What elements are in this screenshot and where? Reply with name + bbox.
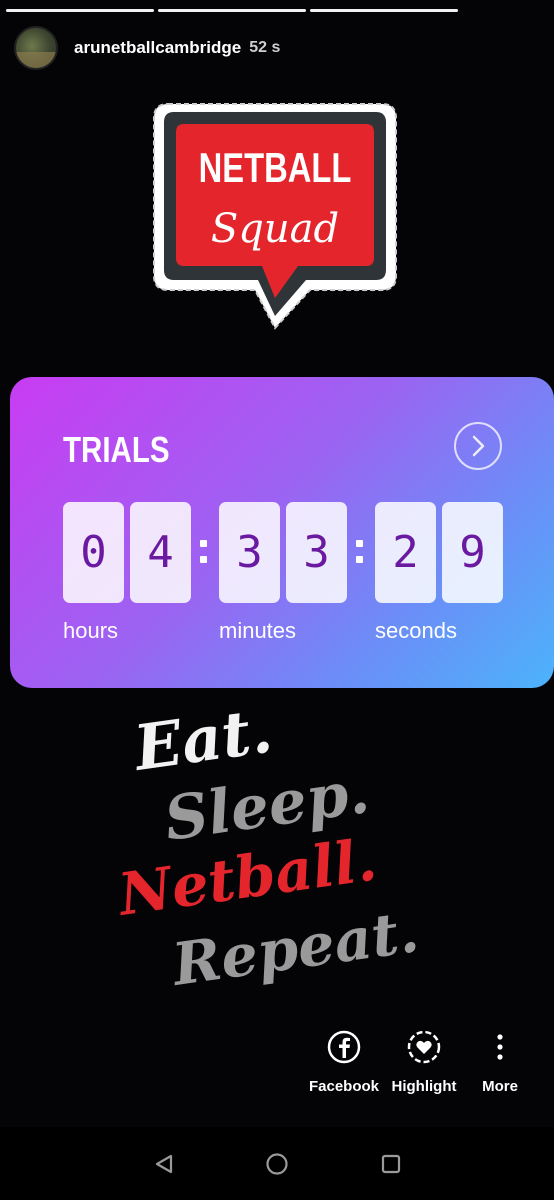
more-button[interactable]: More [470,1030,530,1095]
chevron-right-icon [472,435,485,457]
home-icon[interactable] [262,1149,292,1179]
colon-separator [198,532,208,572]
seconds-digit-1: 2 [375,502,436,603]
progress-segment [158,9,306,12]
story-header: arunetballcambridge 52 s [14,26,280,70]
minutes-digit-2: 3 [286,502,347,603]
slogan-sticker: Eat. Sleep. Netball. Repeat. [113,700,423,999]
seconds-label: seconds [375,618,457,643]
more-vertical-icon [483,1030,517,1064]
facebook-icon [327,1030,361,1064]
highlight-button[interactable]: Highlight [387,1030,461,1095]
progress-segment [310,9,458,12]
hours-label: hours [63,618,119,643]
countdown-title: TRIALS [63,429,170,470]
highlight-label: Highlight [391,1078,457,1095]
story-view[interactable]: arunetballcambridge 52 s NETBALL Squad T… [0,0,554,1200]
facebook-share-button[interactable]: Facebook [307,1030,381,1095]
seconds-digit-2: 9 [442,502,503,603]
minutes-label: minutes [219,618,297,643]
avatar[interactable] [14,26,58,70]
colon-separator [354,532,364,572]
netball-squad-sticker: NETBALL Squad [153,103,397,330]
sticker-line1: NETBALL [199,144,352,191]
minutes-digit-1: 3 [219,502,280,603]
back-icon[interactable] [149,1149,179,1179]
progress-segment [6,9,154,12]
more-label: More [482,1078,518,1095]
system-navigation-bar [0,1127,554,1200]
hours-digit-2: 4 [130,502,191,603]
highlight-heart-icon [407,1030,441,1064]
countdown-open-button[interactable] [454,422,502,470]
facebook-label: Facebook [308,1078,380,1095]
recents-icon[interactable] [376,1149,406,1179]
countdown-sticker[interactable]: TRIALS 0 4 3 3 2 9 hours minutes seconds [10,377,554,688]
timestamp: 52 s [249,39,281,56]
username[interactable]: arunetballcambridge [74,38,241,58]
sticker-line2: Squad [211,206,339,252]
story-progress [6,9,458,12]
hours-digit-1: 0 [63,502,124,603]
